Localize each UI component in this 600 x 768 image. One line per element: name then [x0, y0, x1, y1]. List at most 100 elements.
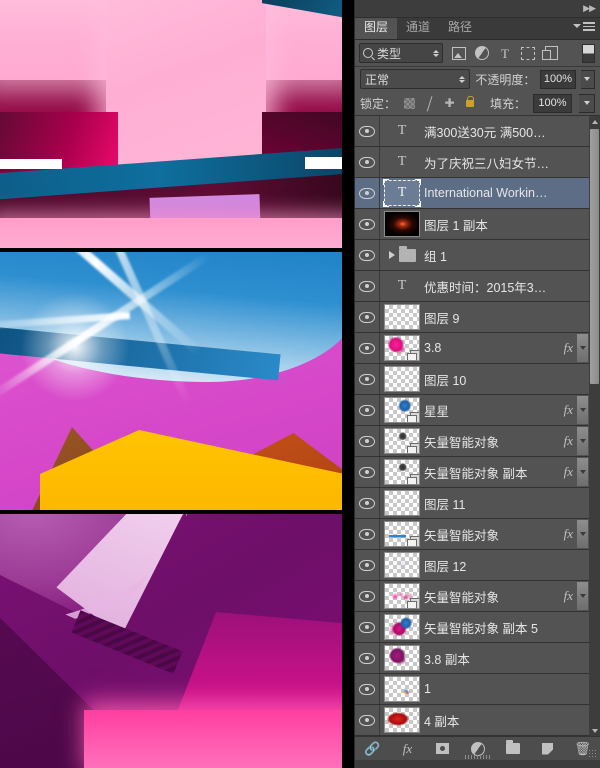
layer-name[interactable]: International Working W… [424, 186, 554, 200]
layer-name[interactable]: 矢量智能对象 [424, 525, 554, 544]
scrollbar-thumb[interactable] [590, 129, 599, 384]
new-layer-button[interactable] [540, 741, 556, 757]
new-group-button[interactable] [505, 740, 521, 757]
layer-row[interactable]: 3.8 fx [355, 333, 589, 364]
layer-visibility-toggle[interactable] [355, 178, 380, 208]
layer-thumbnail[interactable] [384, 521, 420, 547]
preview-pane-middle[interactable] [0, 252, 342, 510]
shape-filter-icon[interactable] [521, 46, 535, 60]
layer-name[interactable]: 图层 10 [424, 370, 554, 389]
group-expand-cell[interactable] [380, 245, 424, 262]
filter-enable-toggle[interactable] [582, 43, 595, 63]
text-layer-icon[interactable]: T [380, 278, 424, 294]
layer-list-scrollbar[interactable] [589, 116, 600, 736]
layer-visibility-toggle[interactable] [355, 581, 380, 611]
layer-row[interactable]: 3.8 副本 [355, 643, 589, 674]
layer-thumbnail-cell[interactable] [380, 521, 424, 547]
layer-visibility-toggle[interactable] [355, 550, 380, 580]
fx-icon[interactable]: fx [564, 433, 573, 449]
blend-mode-select[interactable]: 正常 [360, 69, 471, 89]
layer-thumbnail-cell[interactable] [380, 459, 424, 485]
tab-layers[interactable]: 图层 [355, 18, 398, 39]
layer-thumbnail-cell[interactable] [380, 614, 424, 640]
panel-menu-button[interactable] [573, 22, 595, 31]
layer-visibility-toggle[interactable] [355, 240, 380, 270]
add-mask-button[interactable] [435, 741, 451, 757]
layer-thumbnail[interactable] [384, 428, 420, 454]
link-layers-button[interactable]: 🔗 [364, 741, 380, 757]
layer-row[interactable]: 星星 fx [355, 395, 589, 426]
layer-thumbnail[interactable] [384, 459, 420, 485]
layer-thumbnail-cell[interactable] [380, 645, 424, 671]
layer-name[interactable]: 星星 [424, 401, 554, 420]
layer-name[interactable]: 图层 1 副本 [424, 215, 554, 234]
layer-row[interactable]: 矢量智能对象 fx [355, 581, 589, 612]
smart-object-filter-icon[interactable] [541, 46, 558, 60]
layer-thumbnail-cell[interactable] [380, 304, 424, 330]
fx-icon[interactable]: fx [564, 402, 573, 418]
preview-pane-bottom[interactable] [0, 514, 342, 768]
layer-row[interactable]: 4 副本 [355, 705, 589, 736]
layer-name[interactable]: 矢量智能对象 [424, 432, 554, 451]
layer-row[interactable]: 组 1 [355, 240, 589, 271]
layer-thumbnail[interactable] [384, 552, 420, 578]
text-layer-icon[interactable]: T [380, 123, 424, 139]
layer-name[interactable]: 3.8 [424, 341, 554, 355]
layer-style-button[interactable]: fx [400, 741, 416, 757]
filter-kind-select[interactable]: 类型 [359, 43, 443, 63]
layer-row[interactable]: 矢量智能对象 fx [355, 519, 589, 550]
layer-visibility-toggle[interactable] [355, 116, 380, 146]
layer-name[interactable]: 图层 12 [424, 556, 554, 575]
layer-row[interactable]: 矢量智能对象 副本 5 [355, 612, 589, 643]
layer-visibility-toggle[interactable] [355, 674, 380, 704]
layer-thumbnail-cell[interactable] [380, 211, 424, 237]
layer-thumbnail[interactable] [384, 645, 420, 671]
layer-row[interactable]: 图层 12 [355, 550, 589, 581]
opacity-dropdown-button[interactable] [580, 69, 595, 89]
layer-thumbnail[interactable] [384, 366, 420, 392]
layer-thumbnail[interactable] [384, 707, 420, 733]
layer-name[interactable]: 为了庆祝三八妇女节，… [424, 153, 554, 172]
layer-visibility-toggle[interactable] [355, 705, 380, 735]
lock-position-icon[interactable]: ✚ [443, 96, 456, 110]
layer-name[interactable]: 矢量智能对象 [424, 587, 554, 606]
chevron-right-icon[interactable] [388, 251, 395, 259]
layer-name[interactable]: 优惠时间：2015年3月8… [424, 277, 554, 296]
expand-arrows-icon[interactable]: ▶▶ [583, 3, 596, 14]
resize-grip[interactable] [588, 749, 596, 757]
lock-image-pixels-icon[interactable]: ╱ [422, 95, 437, 110]
text-layer-thumbnail[interactable]: T [383, 179, 421, 207]
layer-name[interactable]: 矢量智能对象 副本 [424, 463, 554, 482]
fill-dropdown-button[interactable] [579, 93, 595, 113]
scroll-up-button[interactable] [589, 116, 600, 127]
layer-thumbnail[interactable] [384, 335, 420, 361]
layer-visibility-toggle[interactable] [355, 147, 380, 177]
layer-row[interactable]: TInternational Working W… [355, 178, 589, 209]
layer-name[interactable]: 图层 11 [424, 494, 554, 513]
layer-row[interactable]: 矢量智能对象 副本 fx [355, 457, 589, 488]
layer-visibility-toggle[interactable] [355, 426, 380, 456]
layer-row[interactable]: 图层 10 [355, 364, 589, 395]
layer-thumbnail-cell[interactable] [380, 397, 424, 423]
text-layer-icon[interactable]: T [380, 154, 424, 170]
fx-icon[interactable]: fx [564, 588, 573, 604]
layer-row[interactable]: 图层 9 [355, 302, 589, 333]
layer-thumbnail[interactable] [384, 397, 420, 423]
lock-all-icon[interactable] [463, 95, 476, 110]
layer-thumbnail[interactable] [384, 676, 420, 702]
expand-effects-button[interactable] [577, 396, 588, 424]
layer-thumbnail-cell[interactable] [380, 428, 424, 454]
expand-effects-button[interactable] [577, 334, 588, 362]
scroll-down-button[interactable] [589, 725, 600, 736]
layer-visibility-toggle[interactable] [355, 395, 380, 425]
layer-row[interactable]: T 为了庆祝三八妇女节，… [355, 147, 589, 178]
layer-visibility-toggle[interactable] [355, 457, 380, 487]
layer-name[interactable]: 4 副本 [424, 711, 554, 730]
layer-thumbnail[interactable] [384, 614, 420, 640]
layer-visibility-toggle[interactable] [355, 271, 380, 301]
layer-row[interactable]: T 优惠时间：2015年3月8… [355, 271, 589, 302]
fx-icon[interactable]: fx [564, 464, 573, 480]
layer-name[interactable]: 1 [424, 682, 554, 696]
layer-row[interactable]: 图层 11 [355, 488, 589, 519]
layer-visibility-toggle[interactable] [355, 488, 380, 518]
